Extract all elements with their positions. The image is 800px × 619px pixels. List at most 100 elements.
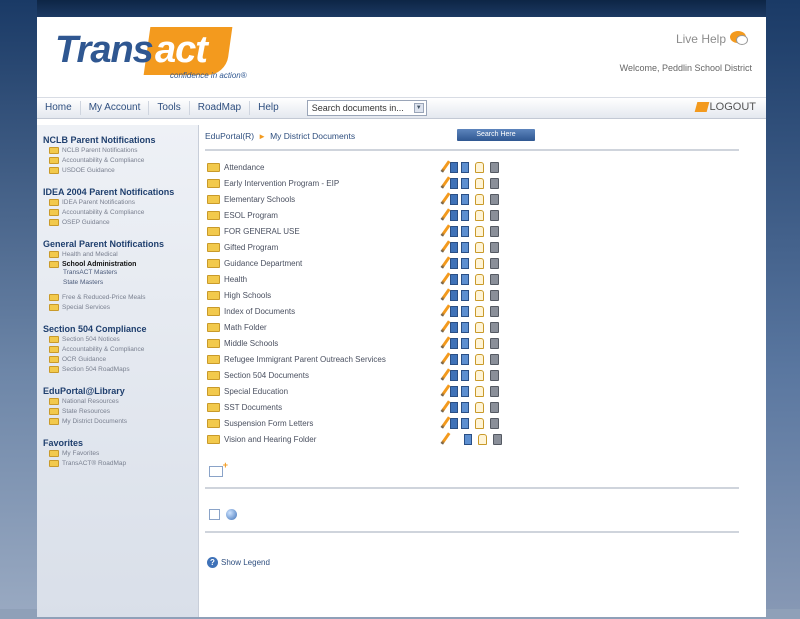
sidebar-item[interactable]: TransACT® RoadMap (49, 458, 198, 468)
folder-row[interactable]: Early Intervention Program - EIP (207, 175, 502, 191)
trash-icon[interactable] (490, 305, 499, 317)
move-icon[interactable] (461, 193, 469, 205)
sidebar-item[interactable]: Accountability & Compliance (49, 155, 198, 165)
edit-pencil-icon[interactable] (440, 384, 451, 397)
lock-icon[interactable] (475, 289, 484, 301)
move-icon[interactable] (461, 289, 469, 301)
sidebar-item[interactable]: Section 504 RoadMaps (49, 364, 198, 374)
folder-row[interactable]: High Schools (207, 287, 502, 303)
sidebar-item[interactable]: NCLB Parent Notifications (49, 145, 198, 155)
copy-icon[interactable] (450, 401, 458, 413)
trash-icon[interactable] (490, 385, 499, 397)
copy-icon[interactable] (450, 321, 458, 333)
lock-icon[interactable] (475, 305, 484, 317)
move-icon[interactable] (461, 209, 469, 221)
folder-name[interactable]: Suspension Form Letters (224, 419, 440, 428)
folder-name[interactable]: Elementary Schools (224, 195, 440, 204)
folder-row[interactable]: Vision and Hearing Folder (207, 431, 502, 447)
folder-name[interactable]: Special Education (224, 387, 440, 396)
sidebar-section-idea[interactable]: IDEA 2004 Parent Notifications (43, 187, 198, 197)
lock-icon[interactable] (475, 417, 484, 429)
sidebar-section-general[interactable]: General Parent Notifications (43, 239, 198, 249)
copy-icon[interactable] (450, 273, 458, 285)
folder-name[interactable]: SST Documents (224, 403, 440, 412)
trash-icon[interactable] (490, 289, 499, 301)
trash-icon[interactable] (490, 241, 499, 253)
search-scope-select[interactable]: Search documents in... ▼ (306, 100, 427, 116)
trash-icon[interactable] (490, 209, 499, 221)
lock-icon[interactable] (475, 225, 484, 237)
lock-icon[interactable] (475, 241, 484, 253)
edit-pencil-icon[interactable] (440, 336, 451, 349)
lock-icon[interactable] (475, 193, 484, 205)
new-document-icon[interactable] (209, 509, 220, 520)
folder-name[interactable]: Index of Documents (224, 307, 440, 316)
sidebar-item[interactable]: Section 504 Notices (49, 334, 198, 344)
sidebar-item[interactable]: State Resources (49, 406, 198, 416)
folder-row[interactable]: Special Education (207, 383, 502, 399)
copy-icon[interactable] (450, 209, 458, 221)
folder-row[interactable]: Guidance Department (207, 255, 502, 271)
edit-pencil-icon[interactable] (440, 176, 451, 189)
globe-icon[interactable] (226, 509, 237, 520)
sidebar-section-library[interactable]: EduPortal@Library (43, 386, 198, 396)
trash-icon[interactable] (490, 417, 499, 429)
edit-pencil-icon[interactable] (440, 192, 451, 205)
lock-icon[interactable] (475, 401, 484, 413)
folder-row[interactable]: ESOL Program (207, 207, 502, 223)
copy-icon[interactable] (450, 241, 458, 253)
folder-row[interactable]: Refugee Immigrant Parent Outreach Servic… (207, 351, 502, 367)
trash-icon[interactable] (490, 177, 499, 189)
nav-help[interactable]: Help (250, 101, 287, 115)
lock-icon[interactable] (475, 257, 484, 269)
breadcrumb-root[interactable]: EduPortal(R) (205, 131, 254, 141)
edit-pencil-icon[interactable] (440, 400, 451, 413)
folder-name[interactable]: Section 504 Documents (224, 371, 440, 380)
lock-icon[interactable] (478, 433, 487, 445)
lock-icon[interactable] (475, 369, 484, 381)
copy-icon[interactable] (450, 225, 458, 237)
sidebar-item[interactable]: USDOE Guidance (49, 165, 198, 175)
nav-home[interactable]: Home (37, 101, 81, 115)
sidebar-item[interactable]: Accountability & Compliance (49, 207, 198, 217)
move-icon[interactable] (461, 369, 469, 381)
move-icon[interactable] (461, 161, 469, 173)
edit-pencil-icon[interactable] (440, 288, 451, 301)
move-icon[interactable] (461, 241, 469, 253)
folder-row[interactable]: Attendance (207, 159, 502, 175)
folder-name[interactable]: FOR GENERAL USE (224, 227, 440, 236)
move-icon[interactable] (461, 225, 469, 237)
folder-name[interactable]: Early Intervention Program - EIP (224, 179, 440, 188)
trash-icon[interactable] (490, 337, 499, 349)
lock-icon[interactable] (475, 273, 484, 285)
edit-pencil-icon[interactable] (440, 352, 451, 365)
trash-icon[interactable] (490, 369, 499, 381)
edit-pencil-icon[interactable] (440, 224, 451, 237)
copy-icon[interactable] (450, 289, 458, 301)
trash-icon[interactable] (493, 433, 502, 445)
move-icon[interactable] (461, 337, 469, 349)
search-here-button[interactable]: Search Here (457, 129, 535, 141)
edit-pencil-icon[interactable] (440, 304, 451, 317)
copy-icon[interactable] (450, 177, 458, 189)
trash-icon[interactable] (490, 161, 499, 173)
spacer[interactable] (450, 434, 461, 445)
move-icon[interactable] (461, 257, 469, 269)
folder-row[interactable]: Health (207, 271, 502, 287)
sidebar-section-504[interactable]: Section 504 Compliance (43, 324, 198, 334)
trash-icon[interactable] (490, 321, 499, 333)
trash-icon[interactable] (490, 401, 499, 413)
folder-row[interactable]: Section 504 Documents (207, 367, 502, 383)
move-icon[interactable] (461, 177, 469, 189)
folder-row[interactable]: Math Folder (207, 319, 502, 335)
folder-name[interactable]: Health (224, 275, 440, 284)
folder-name[interactable]: Guidance Department (224, 259, 440, 268)
lock-icon[interactable] (475, 353, 484, 365)
trash-icon[interactable] (490, 225, 499, 237)
sidebar-item[interactable]: Special Services (49, 302, 198, 312)
sidebar-section-nclb[interactable]: NCLB Parent Notifications (43, 135, 198, 145)
folder-row[interactable]: Gifted Program (207, 239, 502, 255)
sidebar-item[interactable]: IDEA Parent Notifications (49, 197, 198, 207)
sidebar-item[interactable]: My Favorites (49, 448, 198, 458)
folder-name[interactable]: Attendance (224, 163, 440, 172)
